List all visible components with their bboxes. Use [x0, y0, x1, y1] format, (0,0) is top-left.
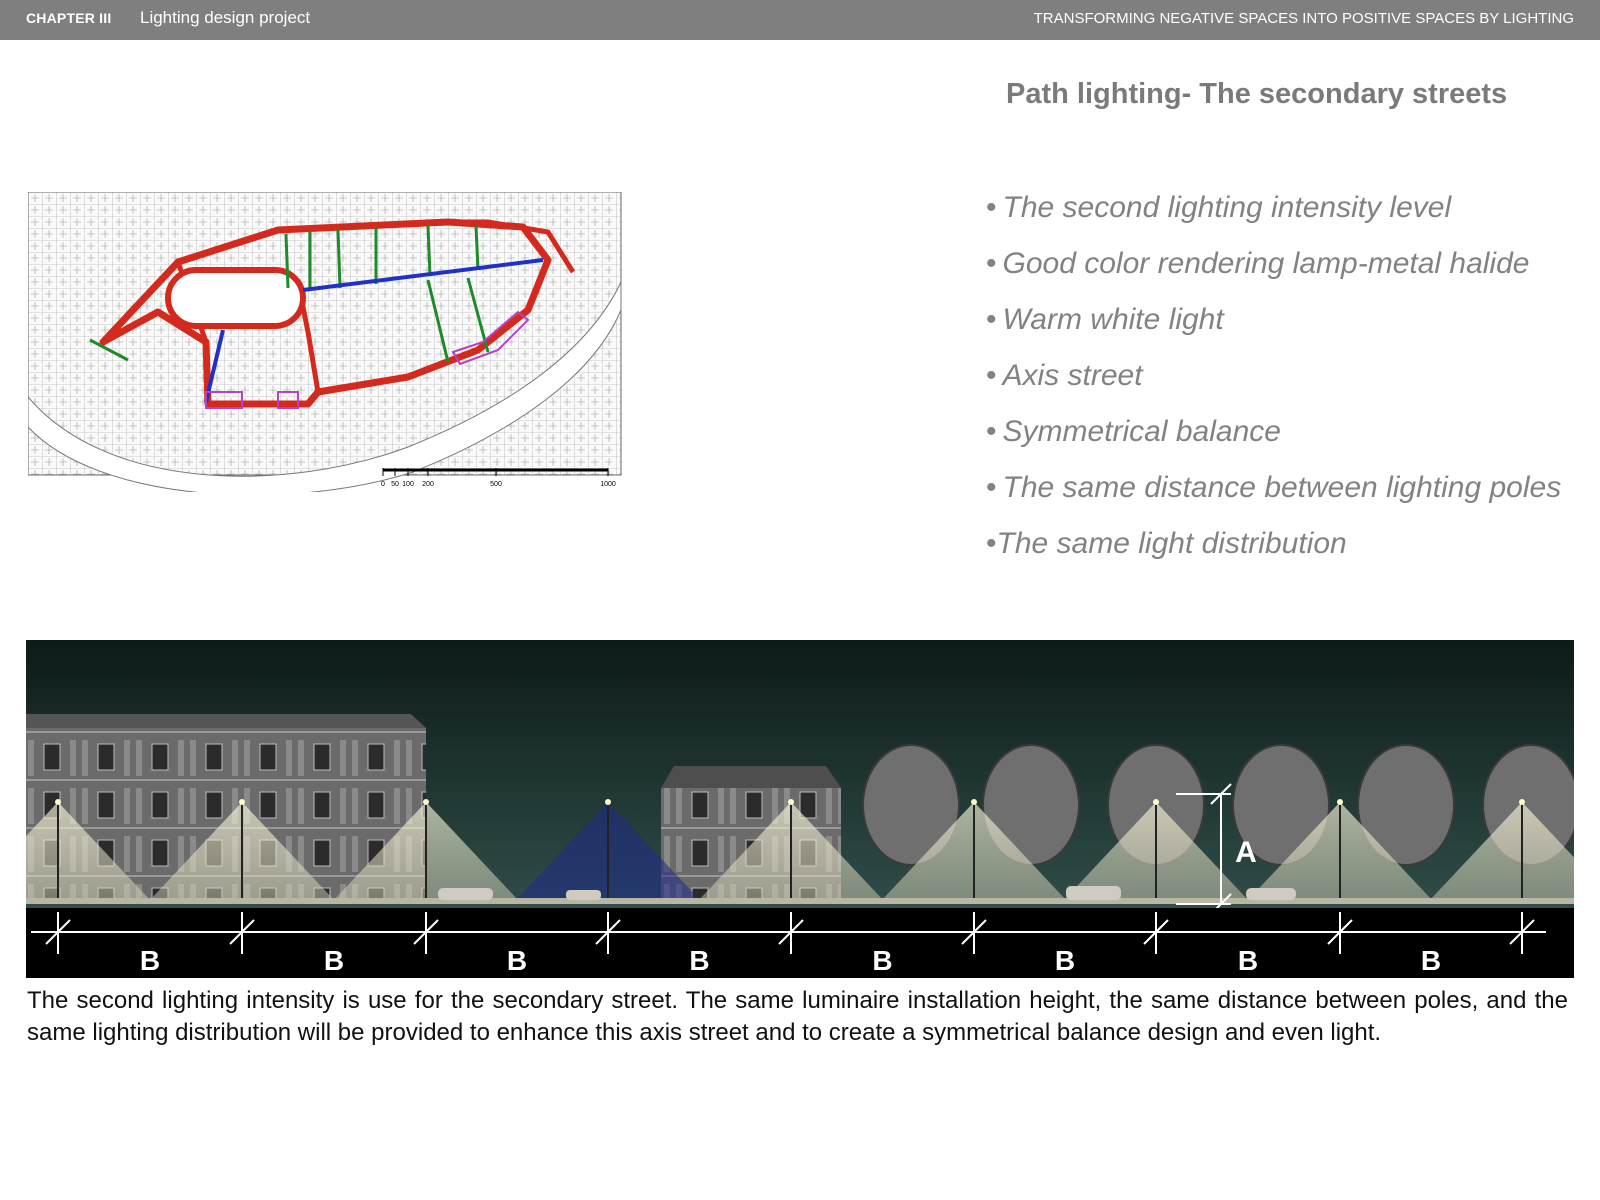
height-label-a: A: [1235, 836, 1257, 869]
lamp-head: [423, 799, 429, 805]
spacing-label-b: B: [872, 945, 892, 976]
svg-text:1000: 1000: [600, 481, 616, 488]
bullet-list: • The second lighting intensity level • Go…: [986, 190, 1561, 582]
lamp-head: [55, 799, 61, 805]
svg-text:100: 100: [402, 481, 414, 488]
subject-label: TRANSFORMING NEGATIVE SPACES INTO POSITI…: [1033, 10, 1574, 27]
bullet-item: • Symmetrical balance: [986, 415, 1281, 448]
bullet-item: •The same light distribution: [986, 527, 1347, 560]
street-section-diagram: A B B B B B B B B: [26, 640, 1574, 978]
lamp-head: [605, 799, 611, 805]
lamp-head: [1153, 799, 1159, 805]
caption-text: The second lighting intensity is use for…: [27, 987, 1568, 1046]
site-map: 0 50 100 200 500 1000: [28, 192, 622, 492]
lamp-head: [1337, 799, 1343, 805]
svg-text:200: 200: [422, 481, 434, 488]
bullet-item: • Warm white light: [986, 303, 1224, 336]
spacing-label-b: B: [140, 945, 160, 976]
svg-text:50: 50: [391, 481, 399, 488]
bullet-item: • The second lighting intensity level: [986, 191, 1452, 224]
chapter-label: CHAPTER III: [26, 10, 112, 26]
bullet-item: • The same distance between lighting pole…: [986, 471, 1562, 504]
project-label: Lighting design project: [140, 8, 311, 27]
spacing-label-b: B: [1055, 945, 1075, 976]
svg-text:500: 500: [490, 481, 502, 488]
spacing-label-b: B: [1421, 945, 1441, 976]
spacing-label-b: B: [324, 945, 344, 976]
lamp-head: [788, 799, 794, 805]
lamp-head: [239, 799, 245, 805]
spacing-label-b: B: [1238, 945, 1258, 976]
header-bar: CHAPTER III Lighting design project TRAN…: [0, 0, 1600, 40]
scale-bar: 0 50 100 200 500 1000: [381, 468, 616, 488]
bullet-item: • Axis street: [986, 359, 1143, 392]
lamp-head: [1519, 799, 1525, 805]
svg-text:0: 0: [381, 481, 385, 488]
spacing-label-b: B: [689, 945, 709, 976]
spacing-label-b: B: [507, 945, 527, 976]
lamp-head: [971, 799, 977, 805]
page-title: Path lighting- The secondary streets: [1006, 78, 1508, 110]
bullet-item: • Good color rendering lamp-metal halide: [986, 247, 1530, 280]
